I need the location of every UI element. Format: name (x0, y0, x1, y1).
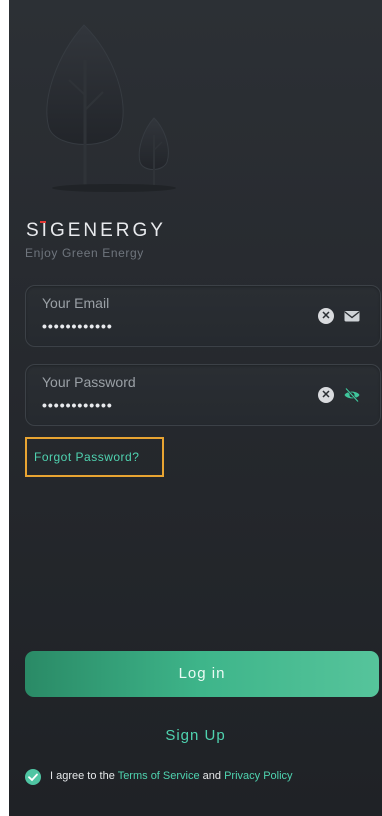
svg-text:SIGENERGY: SIGENERGY (26, 220, 166, 241)
tagline: Enjoy Green Energy (25, 246, 144, 260)
email-label: Your Email (42, 295, 110, 311)
checkmark-icon (28, 773, 38, 782)
password-field[interactable]: Your Password •••••••••••• ✕ (25, 364, 381, 426)
agree-and: and (202, 770, 222, 782)
envelope-icon (344, 311, 360, 322)
sigenergy-logo: SIGENERGY (26, 220, 166, 241)
forgot-password-link[interactable]: Forgot Password? (25, 437, 164, 477)
signup-link[interactable]: Sign Up (9, 727, 382, 744)
clear-circle-icon[interactable]: ✕ (318, 308, 334, 324)
password-label: Your Password (42, 374, 136, 390)
login-button[interactable]: Log in (25, 651, 379, 697)
email-field[interactable]: Your Email •••••••••••• ✕ (25, 285, 381, 347)
trees-illustration (46, 24, 176, 192)
password-input[interactable]: •••••••••••• (42, 397, 113, 413)
agree-prefix: I agree to the (50, 770, 115, 782)
email-input[interactable]: •••••••••••• (42, 318, 113, 334)
privacy-link[interactable]: Privacy Policy (224, 770, 292, 782)
eye-off-icon[interactable] (343, 386, 361, 404)
checkbox-checked-icon[interactable] (25, 769, 41, 785)
clear-circle-icon[interactable]: ✕ (318, 387, 334, 403)
terms-link[interactable]: Terms of Service (118, 770, 200, 782)
login-screen: SIGENERGY Enjoy Green Energy Your Email … (9, 0, 382, 816)
agree-text: I agree to the Terms of Service and Priv… (50, 770, 293, 782)
